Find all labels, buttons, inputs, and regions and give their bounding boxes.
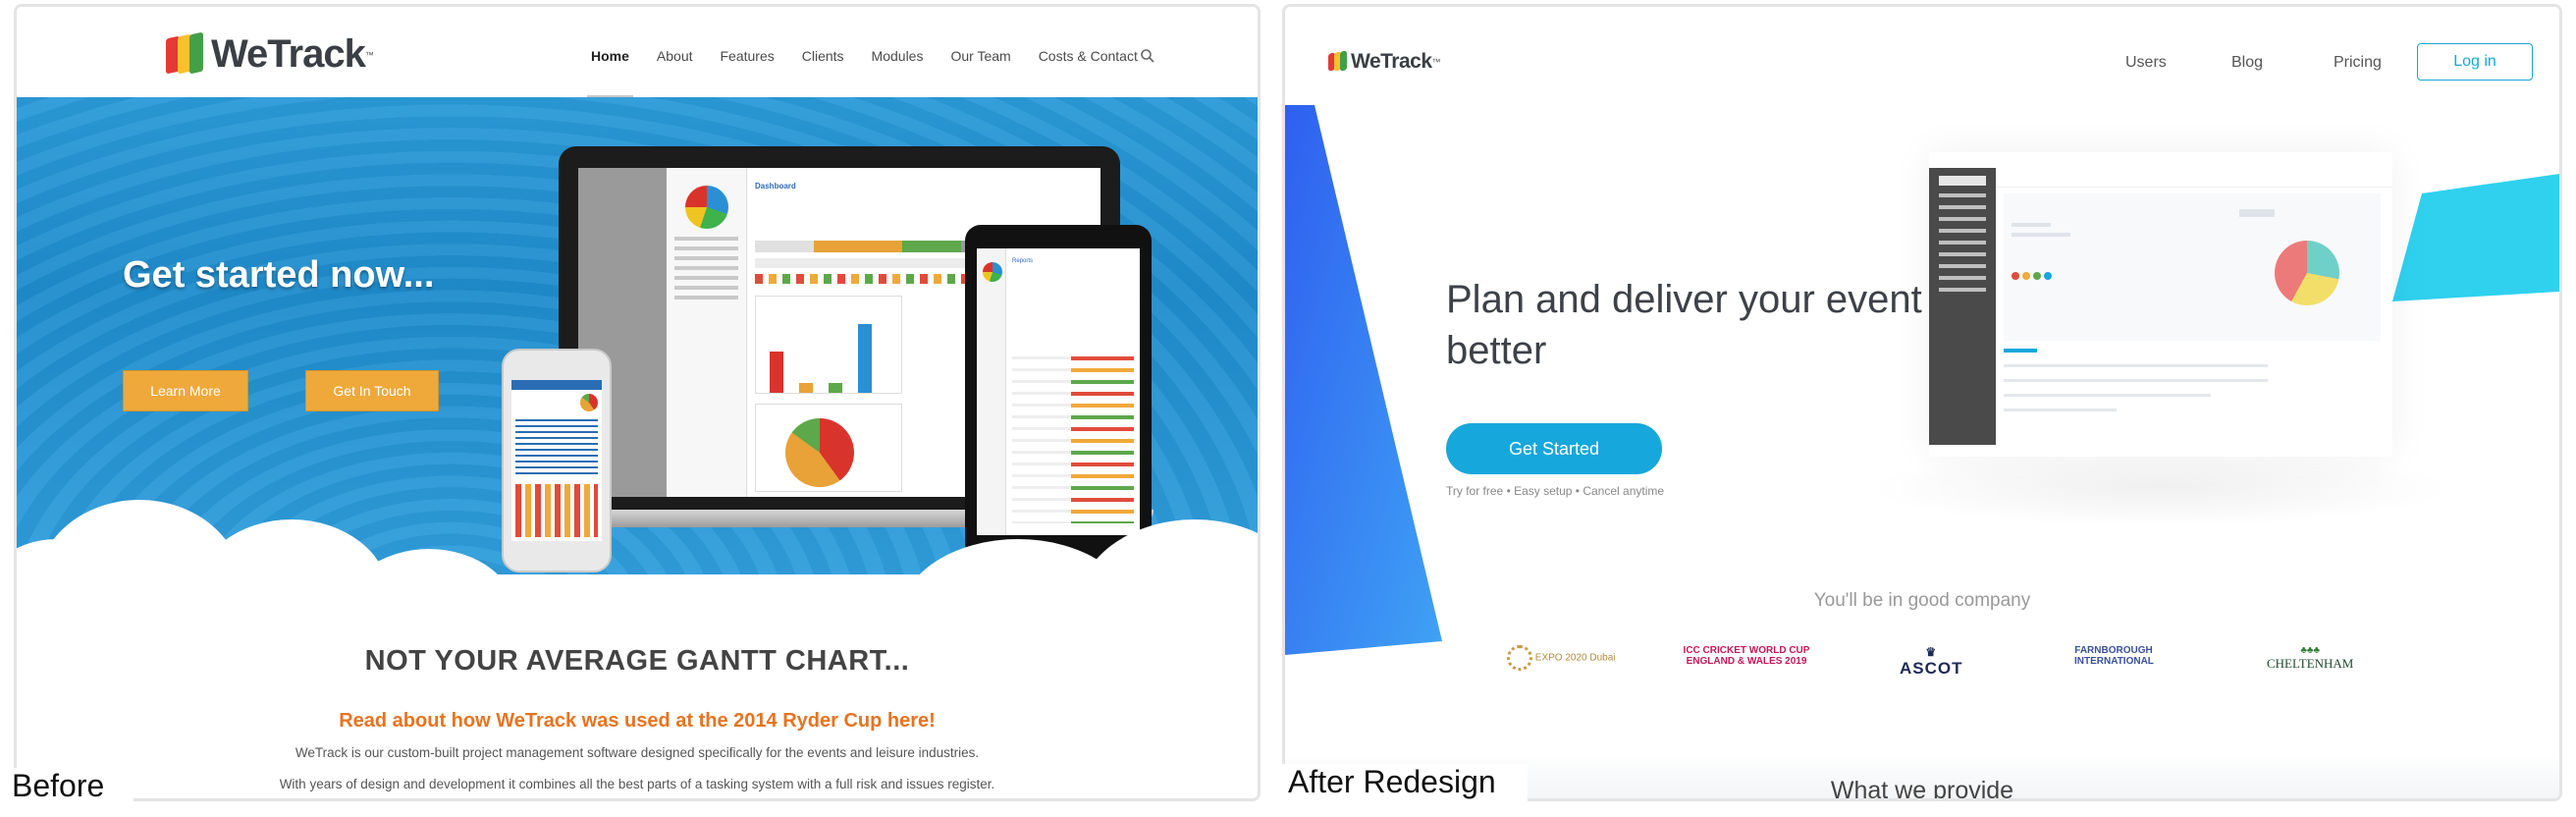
login-button[interactable]: Log in [2417,43,2533,81]
cheltenham-logo-text: CHELTENHAM [2267,656,2354,671]
expo-logo: EXPO 2020 Dubai [1507,645,1616,671]
ascot-logo-text: ASCOT [1900,659,1963,678]
cricket-logo: ICC CRICKET WORLD CUP ENGLAND & WALES 20… [1683,645,1810,667]
logo-wordmark: WeTrack [1351,50,1432,73]
nav-pricing[interactable]: Pricing [2334,54,2382,72]
before-nav-menu: Home About Features Clients Modules Our … [587,48,1165,98]
hero-clouds [17,461,1258,578]
mockup-table [2004,349,2381,447]
app-mockup-image [1929,152,2392,457]
farnborough-logo: FARNBOROUGH INTERNATIONAL [2074,645,2154,667]
screen-sidebar [667,168,747,497]
clover-icon: ♣♣♣ [2300,645,2321,656]
company-heading: You'll be in good company [1813,590,2031,611]
nav-blog[interactable]: Blog [2231,54,2263,72]
intro-text-2: With years of design and development it … [279,777,995,791]
wetrack-logo-icon [1328,50,1348,73]
ascot-logo: ♛ ASCOT [1900,645,1963,679]
cheltenham-logo: ♣♣♣ CHELTENHAM [2267,645,2353,672]
expo-logo-text: EXPO 2020 Dubai [1534,652,1616,664]
logo-trademark: ™ [1431,57,1441,67]
get-started-button[interactable]: Get Started [1446,423,1662,474]
mockup-pie-chart [2275,241,2339,305]
logo-wordmark: WeTrack [211,32,366,76]
before-hero: Get started now... Learn More Get In Tou… [17,97,1258,578]
nav-modules[interactable]: Modules [872,48,924,64]
nav-users[interactable]: Users [2125,54,2167,72]
ryder-cup-link[interactable]: Read about how WeTrack was used at the 2… [17,710,1258,733]
section-heading: NOT YOUR AVERAGE GANTT CHART... [364,645,910,677]
learn-more-button[interactable]: Learn More [123,370,248,411]
wetrack-logo-icon [166,31,205,77]
mockup-sidebar [1929,168,1996,445]
hero-subtext: Try for free • Easy setup • Cancel anyti… [1446,484,1665,498]
mockup-shadow [1864,449,2453,527]
nav-costs-contact[interactable]: Costs & Contact [1039,48,1138,64]
after-caption: After Redesign [1282,764,1528,809]
nav-home[interactable]: Home [587,48,633,98]
mockup-topbar [1996,168,2392,188]
screen-header: Dashboard [755,182,796,191]
search-icon[interactable] [1140,48,1155,64]
get-in-touch-button[interactable]: Get In Touch [305,370,439,411]
after-logo[interactable]: WeTrack ™ [1328,50,1441,74]
after-panel: WeTrack ™ Users Blog Pricing Log in Plan … [1282,4,2562,801]
intro-text-1: WeTrack is our custom-built project mana… [295,745,980,760]
before-panel: WeTrack ™ Home About Features Clients Mod… [14,4,1261,801]
hero-title: Plan and deliver your event better [1446,278,1922,372]
nav-our-team[interactable]: Our Team [950,48,1010,64]
screen-bar-chart [755,296,902,394]
nav-features[interactable]: Features [721,48,775,64]
before-caption: Before [6,768,134,813]
nav-about[interactable]: About [657,48,693,64]
company-logo-icon [684,186,728,229]
cyan-shard-decoration [2392,174,2559,301]
logo-trademark: ™ [364,49,374,60]
blue-shard-decoration [1285,105,1442,655]
hero-title: Get started now... [123,254,435,296]
crown-icon: ♛ [1925,645,1938,659]
nav-clients[interactable]: Clients [802,48,844,64]
tablet-title: Reports [1012,258,1034,264]
before-navbar: WeTrack ™ Home About Features Clients Mod… [17,7,1258,98]
before-logo[interactable]: WeTrack ™ [166,31,374,77]
